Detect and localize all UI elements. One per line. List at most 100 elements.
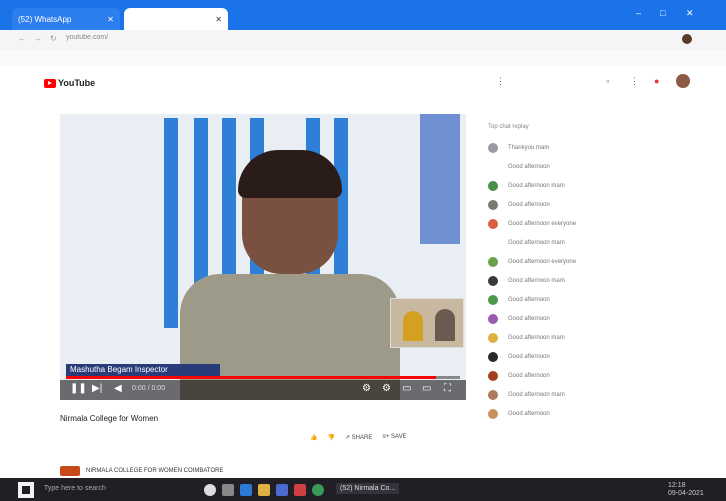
chat-avatar[interactable] [488, 352, 498, 362]
video-progress-bar[interactable] [66, 376, 460, 379]
dislike-icon[interactable]: 👎 [327, 434, 334, 441]
chat-avatar[interactable] [488, 257, 498, 267]
chat-message: Good afternoon [488, 313, 550, 325]
close-tab-icon[interactable]: ✕ [107, 15, 114, 24]
chat-message-text: Good afternoon mam [508, 392, 565, 398]
chat-message: Good afternoon [488, 351, 550, 363]
chat-avatar[interactable] [488, 162, 498, 172]
like-button[interactable]: 👍 [310, 434, 317, 441]
close-tab-icon[interactable]: ✕ [215, 15, 222, 24]
back-icon[interactable]: ← [18, 34, 26, 43]
chat-message-text: Good afternoon mam [508, 278, 565, 284]
minimize-icon[interactable]: – [636, 8, 641, 18]
close-window-icon[interactable]: ✕ [686, 8, 694, 19]
chat-header[interactable]: Top chat replay [488, 124, 529, 130]
profile-avatar[interactable] [682, 34, 692, 44]
save-label: SAVE [391, 434, 407, 440]
browser-tab-bar: (52) WhatsApp ✕ ✕ – □ ✕ [0, 0, 726, 30]
chat-message: Good afternoon mam [488, 275, 565, 287]
chat-avatar[interactable] [488, 333, 498, 343]
tab-whatsapp-label: (52) WhatsApp [18, 14, 72, 24]
channel-name[interactable]: NIRMALA COLLEGE FOR WOMEN COIMBATORE [86, 468, 223, 474]
chat-message-text: Good afternoon everyone [508, 259, 577, 265]
url-text[interactable]: youtube.com/ [66, 34, 108, 41]
apps-icon[interactable]: ⋮ [630, 76, 639, 87]
cortana-icon[interactable] [204, 484, 216, 496]
bookmarks-bar [0, 50, 726, 66]
reload-icon[interactable]: ↻ [50, 34, 57, 43]
channel-logo[interactable] [60, 466, 80, 476]
youtube-logo[interactable]: YouTube [44, 78, 95, 88]
miniplayer-icon[interactable]: ▭ [402, 383, 411, 394]
taskbar-search[interactable]: Type here to search [44, 485, 106, 492]
clock-date: 09-04-2021 [668, 490, 704, 497]
chat-message-text: Good afternoon everyone [508, 221, 577, 227]
chat-message: Good afternoon [488, 199, 550, 211]
forward-icon[interactable]: → [34, 34, 42, 43]
chat-avatar[interactable] [488, 219, 498, 229]
maximize-icon[interactable]: □ [660, 8, 665, 18]
pdf-icon[interactable] [294, 484, 306, 496]
share-button[interactable]: ↗ SHARE [345, 434, 372, 441]
pip-participant [435, 309, 455, 341]
chat-message-text: Good afternoon [508, 297, 550, 303]
theater-icon[interactable]: ▭ [422, 383, 431, 394]
video-player[interactable]: Mashutha Begam Inspector ❚❚ ▶| ◀ 0:00 / … [60, 114, 466, 400]
chat-avatar[interactable] [488, 390, 498, 400]
account-avatar[interactable] [676, 74, 690, 88]
youtube-play-icon [44, 78, 56, 88]
chat-message-text: Good afternoon mam [508, 240, 565, 246]
pause-icon[interactable]: ❚❚ [70, 383, 87, 394]
fullscreen-icon[interactable]: ⛶ [444, 383, 451, 394]
volume-icon[interactable]: ◀ [114, 383, 122, 394]
chat-avatar[interactable] [488, 276, 498, 286]
chat-avatar[interactable] [488, 143, 498, 153]
chat-message: Good afternoon [488, 161, 550, 173]
settings-icon[interactable]: ⚙ [362, 383, 371, 394]
tab-youtube[interactable]: ✕ [124, 8, 228, 30]
video-actions: 👍 👎 ↗ SHARE ≡+ SAVE [310, 434, 407, 441]
chat-message: Good afternoon mam [488, 180, 565, 192]
chat-avatar[interactable] [488, 181, 498, 191]
chat-avatar[interactable] [488, 371, 498, 381]
chat-message-text: Good afternoon [508, 316, 550, 322]
edge-icon[interactable] [240, 484, 252, 496]
chat-avatar[interactable] [488, 295, 498, 305]
next-icon[interactable]: ▶| [92, 383, 102, 394]
channel-row: NIRMALA COLLEGE FOR WOMEN COIMBATORE [60, 466, 223, 476]
chat-avatar[interactable] [488, 200, 498, 210]
speaker-caption: Mashutha Begam Inspector [66, 364, 220, 376]
task-view-icon[interactable] [222, 484, 234, 496]
chat-message: Good afternoon mam [488, 332, 565, 344]
chat-message-text: Good afternoon [508, 202, 550, 208]
chat-message-text: Good afternoon mam [508, 335, 565, 341]
chat-avatar[interactable] [488, 314, 498, 324]
share-label: SHARE [351, 435, 373, 441]
save-button[interactable]: ≡+ SAVE [382, 434, 406, 441]
video-title: Nirmala College for Women [60, 414, 159, 423]
notifications-icon[interactable]: ● [654, 76, 659, 86]
chat-message-text: Good afternoon [508, 411, 550, 417]
gear-icon[interactable]: ⚙ [382, 383, 391, 394]
chrome-icon[interactable] [312, 484, 324, 496]
chat-message: Good afternoon everyone [488, 256, 576, 268]
windows-start-icon[interactable] [18, 482, 34, 498]
mic-icon[interactable]: ⋮ [496, 76, 505, 87]
file-explorer-icon[interactable] [258, 484, 270, 496]
chat-avatar[interactable] [488, 238, 498, 248]
create-icon[interactable]: ▫ [606, 76, 609, 86]
taskbar-active-window[interactable]: (52) Nirmala Co... [336, 483, 400, 494]
chat-message: Thankyou mam [488, 142, 549, 154]
chat-message: Good afternoon [488, 370, 550, 382]
video-progress-fill [66, 376, 437, 379]
chat-message-text: Good afternoon mam [508, 183, 565, 189]
pip-participant [403, 311, 423, 341]
tab-whatsapp[interactable]: (52) WhatsApp ✕ [12, 8, 120, 30]
chat-avatar[interactable] [488, 409, 498, 419]
store-icon[interactable] [276, 484, 288, 496]
chat-message: Good afternoon mam [488, 389, 565, 401]
chat-message: Good afternoon mam [488, 237, 565, 249]
youtube-header: YouTube ⋮ ▫ ⋮ ● [0, 66, 726, 100]
chat-message: Good afternoon everyone [488, 218, 576, 230]
address-bar[interactable]: ← → ↻ youtube.com/ [0, 30, 726, 50]
